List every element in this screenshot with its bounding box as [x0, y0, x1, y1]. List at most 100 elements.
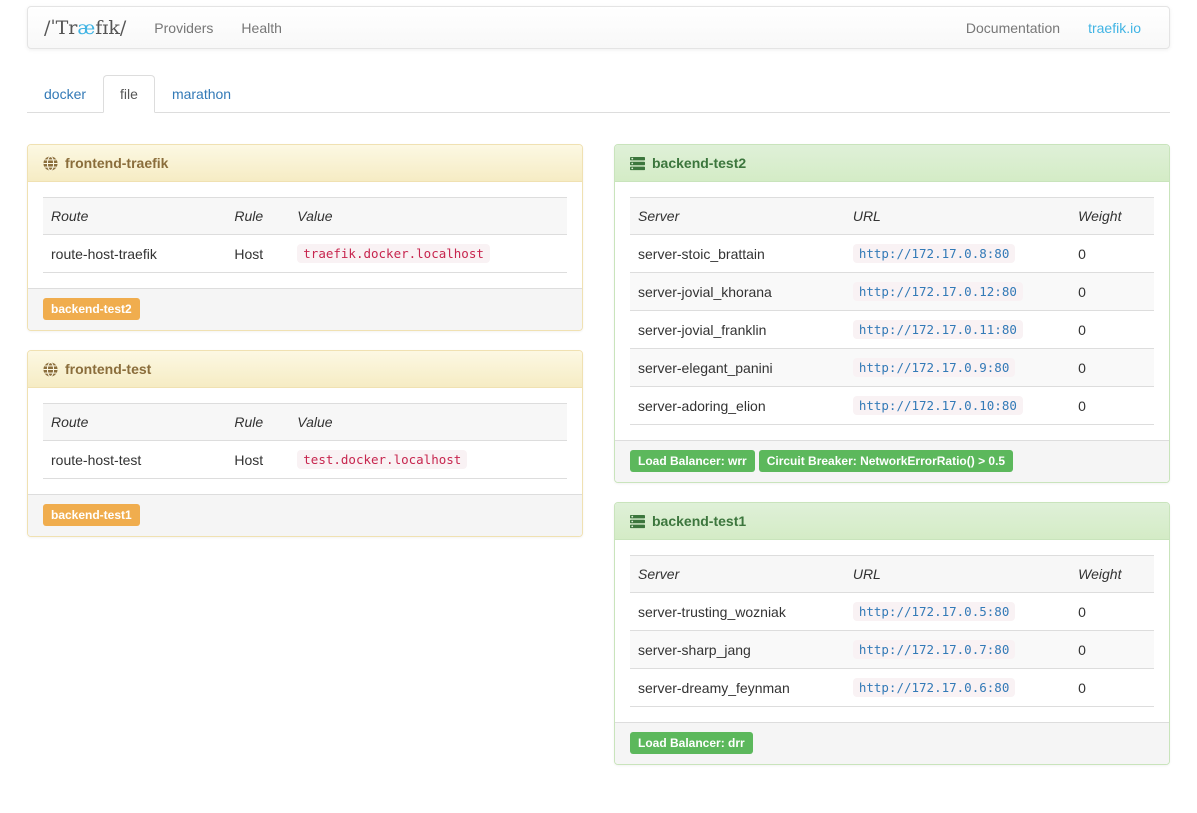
server-url-cell: http://172.17.0.10:80: [845, 387, 1070, 425]
tab-marathon[interactable]: marathon: [155, 75, 248, 113]
rule-value-cell: test.docker.localhost: [289, 441, 567, 479]
server-url-cell: http://172.17.0.11:80: [845, 311, 1070, 349]
weight-cell: 0: [1070, 273, 1154, 311]
server-url-link[interactable]: http://172.17.0.8:80: [853, 244, 1016, 263]
server-cell: server-adoring_elion: [630, 387, 845, 425]
frontend-panel-frontend-traefik: frontend-traefik RouteRuleValue route-ho…: [27, 144, 583, 331]
server-icon: [630, 514, 645, 529]
table-header-row: ServerURLWeight: [630, 556, 1154, 593]
table-row: server-jovial_khorana http://172.17.0.12:…: [630, 273, 1154, 311]
rule-value-code: test.docker.localhost: [297, 450, 467, 469]
server-url-cell: http://172.17.0.6:80: [845, 669, 1070, 707]
panel-body: ServerURLWeight server-stoic_brattainhtt…: [615, 182, 1169, 440]
panel-heading: backend-test1: [615, 503, 1169, 540]
server-url-link[interactable]: http://172.17.0.10:80: [853, 396, 1023, 415]
backends-column: backend-test2 ServerURLWeight server-sto…: [614, 144, 1170, 784]
table-row: server-stoic_brattainhttp://172.17.0.8:8…: [630, 235, 1154, 273]
column-header-rule: Rule: [226, 198, 289, 235]
backend-ref-badge: backend-test1: [43, 504, 140, 526]
weight-cell: 0: [1070, 593, 1154, 631]
table-row: server-sharp_jang http://172.17.0.7:80 0: [630, 631, 1154, 669]
route-cell: route-host-traefik: [43, 235, 226, 273]
nav-item-health[interactable]: Health: [227, 8, 295, 48]
panel-table: RouteRuleValue route-host-testHost test.d…: [43, 403, 567, 479]
frontends-column: frontend-traefik RouteRuleValue route-ho…: [27, 144, 583, 556]
panel-body: RouteRuleValue route-host-testHost test.d…: [28, 388, 582, 494]
table-row: server-dreamy_feynmanhttp://172.17.0.6:8…: [630, 669, 1154, 707]
panel-heading: frontend-traefik: [28, 145, 582, 182]
brand-text-pre: /ˈTr: [44, 17, 77, 39]
brand-text-post: fɪk/: [95, 17, 126, 39]
rule-cell: Host: [226, 235, 289, 273]
table-header-row: RouteRuleValue: [43, 198, 567, 235]
route-cell: route-host-test: [43, 441, 226, 479]
server-url-link[interactable]: http://172.17.0.12:80: [853, 282, 1023, 301]
traefik-brand-logo[interactable]: /ˈTræfɪk/: [36, 17, 140, 39]
column-header-value: Value: [289, 404, 567, 441]
server-url-cell: http://172.17.0.9:80: [845, 349, 1070, 387]
table-row: server-elegant_panini http://172.17.0.9:8…: [630, 349, 1154, 387]
main-content: frontend-traefik RouteRuleValue route-ho…: [0, 113, 1197, 784]
backend-panel-backend-test2: backend-test2 ServerURLWeight server-sto…: [614, 144, 1170, 483]
column-header-route: Route: [43, 404, 226, 441]
panel-footer: Load Balancer: drr: [615, 722, 1169, 764]
backend-config-badge: Load Balancer: drr: [630, 732, 753, 754]
column-header-server: Server: [630, 556, 845, 593]
server-url-link[interactable]: http://172.17.0.5:80: [853, 602, 1016, 621]
backend-config-badge: Load Balancer: wrr: [630, 450, 755, 472]
weight-cell: 0: [1070, 349, 1154, 387]
column-header-weight: Weight: [1070, 556, 1154, 593]
column-header-url: URL: [845, 198, 1070, 235]
tab-docker[interactable]: docker: [27, 75, 103, 113]
table-row: server-adoring_elion http://172.17.0.10:8…: [630, 387, 1154, 425]
server-icon: [630, 156, 645, 171]
server-cell: server-jovial_khorana: [630, 273, 845, 311]
globe-icon: [43, 156, 58, 171]
server-url-cell: http://172.17.0.7:80: [845, 631, 1070, 669]
tab-file[interactable]: file: [103, 75, 155, 113]
panel-body: RouteRuleValue route-host-traefikHosttra…: [28, 182, 582, 288]
column-header-url: URL: [845, 556, 1070, 593]
panel-table: RouteRuleValue route-host-traefikHosttra…: [43, 197, 567, 273]
weight-cell: 0: [1070, 387, 1154, 425]
panel-title: backend-test1: [652, 513, 746, 529]
weight-cell: 0: [1070, 631, 1154, 669]
panel-title: frontend-test: [65, 361, 151, 377]
server-url-link[interactable]: http://172.17.0.6:80: [853, 678, 1016, 697]
panel-footer: backend-test1: [28, 494, 582, 536]
column-header-weight: Weight: [1070, 198, 1154, 235]
server-cell: server-elegant_panini: [630, 349, 845, 387]
nav-item-documentation[interactable]: Documentation: [952, 8, 1074, 48]
rule-cell: Host: [226, 441, 289, 479]
panel-table: ServerURLWeight server-stoic_brattainhtt…: [630, 197, 1154, 425]
server-cell: server-trusting_wozniak: [630, 593, 845, 631]
weight-cell: 0: [1070, 669, 1154, 707]
panel-heading: frontend-test: [28, 351, 582, 388]
globe-icon: [43, 362, 58, 377]
weight-cell: 0: [1070, 235, 1154, 273]
brand-text-accent: æ: [77, 17, 95, 39]
table-row: server-jovial_franklinhttp://172.17.0.11…: [630, 311, 1154, 349]
panel-body: ServerURLWeight server-trusting_wozniakh…: [615, 540, 1169, 722]
column-header-rule: Rule: [226, 404, 289, 441]
table-row: route-host-traefikHost traefik.docker.loc…: [43, 235, 567, 273]
column-header-route: Route: [43, 198, 226, 235]
nav-item-traefik-io[interactable]: traefik.io: [1074, 8, 1155, 48]
server-url-link[interactable]: http://172.17.0.11:80: [853, 320, 1023, 339]
server-url-link[interactable]: http://172.17.0.9:80: [853, 358, 1016, 377]
panel-title: frontend-traefik: [65, 155, 168, 171]
panel-title: backend-test2: [652, 155, 746, 171]
server-cell: server-sharp_jang: [630, 631, 845, 669]
navbar: /ˈTræfɪk/ ProvidersHealth Documentationt…: [27, 6, 1170, 49]
backend-panel-backend-test1: backend-test1 ServerURLWeight server-tru…: [614, 502, 1170, 765]
server-url-link[interactable]: http://172.17.0.7:80: [853, 640, 1016, 659]
column-header-server: Server: [630, 198, 845, 235]
table-row: route-host-testHost test.docker.localhost: [43, 441, 567, 479]
weight-cell: 0: [1070, 311, 1154, 349]
navbar-left-items: ProvidersHealth: [140, 20, 296, 36]
provider-tabs: dockerfilemarathon: [27, 75, 1170, 113]
rule-value-code: traefik.docker.localhost: [297, 244, 490, 263]
panel-footer: backend-test2: [28, 288, 582, 330]
server-url-cell: http://172.17.0.8:80: [845, 235, 1070, 273]
nav-item-providers[interactable]: Providers: [140, 8, 227, 48]
